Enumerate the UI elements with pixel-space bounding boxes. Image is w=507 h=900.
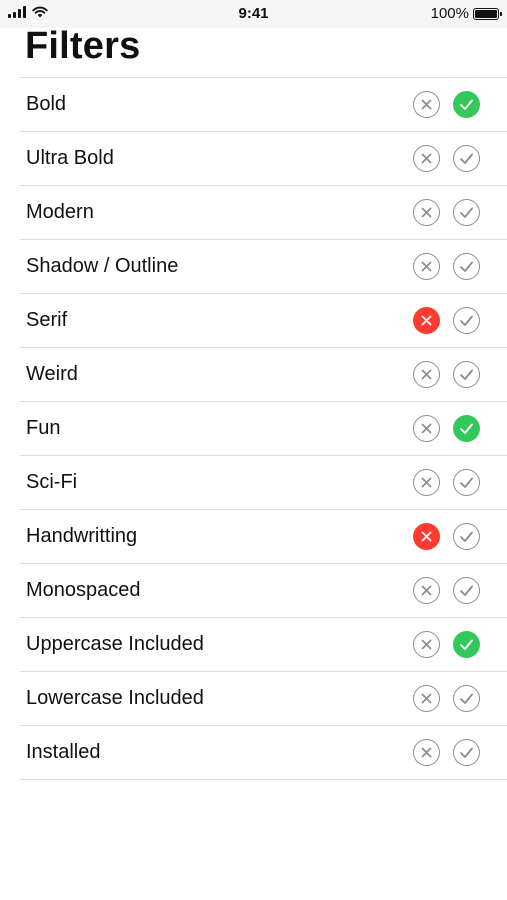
- exclude-x-icon[interactable]: [413, 523, 440, 550]
- filter-label: Fun: [26, 417, 61, 439]
- filter-row: Monospaced: [20, 564, 507, 618]
- filter-row: Shadow / Outline: [20, 240, 507, 294]
- exclude-x-icon[interactable]: [413, 631, 440, 658]
- filter-label: Monospaced: [26, 579, 141, 601]
- include-checkmark-icon[interactable]: [453, 523, 480, 550]
- status-right: 100%: [430, 5, 502, 22]
- battery-icon: [473, 7, 502, 20]
- include-checkmark-icon[interactable]: [453, 685, 480, 712]
- include-checkmark-icon[interactable]: [453, 739, 480, 766]
- exclude-x-icon[interactable]: [413, 685, 440, 712]
- filter-label: Sci-Fi: [26, 471, 78, 493]
- exclude-x-icon[interactable]: [413, 91, 440, 118]
- exclude-x-icon[interactable]: [413, 415, 440, 442]
- filter-label: Shadow / Outline: [26, 255, 179, 277]
- battery-percentage: 100%: [430, 5, 469, 22]
- include-checkmark-icon[interactable]: [453, 415, 480, 442]
- filter-row: Uppercase Included: [20, 618, 507, 672]
- include-checkmark-icon[interactable]: [453, 361, 480, 388]
- filter-label: Modern: [26, 201, 94, 223]
- filter-row: Serif: [20, 294, 507, 348]
- filter-label: Handwritting: [26, 525, 138, 547]
- filter-row: Lowercase Included: [20, 672, 507, 726]
- filter-label: Lowercase Included: [26, 687, 204, 709]
- exclude-x-icon[interactable]: [413, 307, 440, 334]
- filter-list: Bold Ultra Bold Modern Shadow / Outline Seri…: [20, 77, 507, 780]
- filter-row: Bold: [20, 78, 507, 132]
- filter-row: Weird: [20, 348, 507, 402]
- exclude-x-icon[interactable]: [413, 199, 440, 226]
- include-checkmark-icon[interactable]: [453, 199, 480, 226]
- filter-label: Serif: [26, 309, 68, 331]
- include-checkmark-icon[interactable]: [453, 253, 480, 280]
- include-checkmark-icon[interactable]: [453, 91, 480, 118]
- filter-row: Installed: [20, 726, 507, 780]
- exclude-x-icon[interactable]: [413, 739, 440, 766]
- filter-label: Weird: [26, 363, 78, 385]
- filter-row: Sci-Fi: [20, 456, 507, 510]
- filter-label: Bold: [26, 93, 67, 115]
- exclude-x-icon[interactable]: [413, 145, 440, 172]
- filter-label: Ultra Bold: [26, 147, 114, 169]
- include-checkmark-icon[interactable]: [453, 307, 480, 334]
- page-title: Filters: [25, 25, 141, 67]
- filter-row: Fun: [20, 402, 507, 456]
- filter-row: Ultra Bold: [20, 132, 507, 186]
- filter-label: Installed: [26, 741, 101, 763]
- filter-row: Modern: [20, 186, 507, 240]
- filter-label: Uppercase Included: [26, 633, 204, 655]
- exclude-x-icon[interactable]: [413, 469, 440, 496]
- exclude-x-icon[interactable]: [413, 361, 440, 388]
- include-checkmark-icon[interactable]: [453, 145, 480, 172]
- filter-row: Handwritting: [20, 510, 507, 564]
- include-checkmark-icon[interactable]: [453, 469, 480, 496]
- exclude-x-icon[interactable]: [413, 253, 440, 280]
- include-checkmark-icon[interactable]: [453, 577, 480, 604]
- include-checkmark-icon[interactable]: [453, 631, 480, 658]
- exclude-x-icon[interactable]: [413, 577, 440, 604]
